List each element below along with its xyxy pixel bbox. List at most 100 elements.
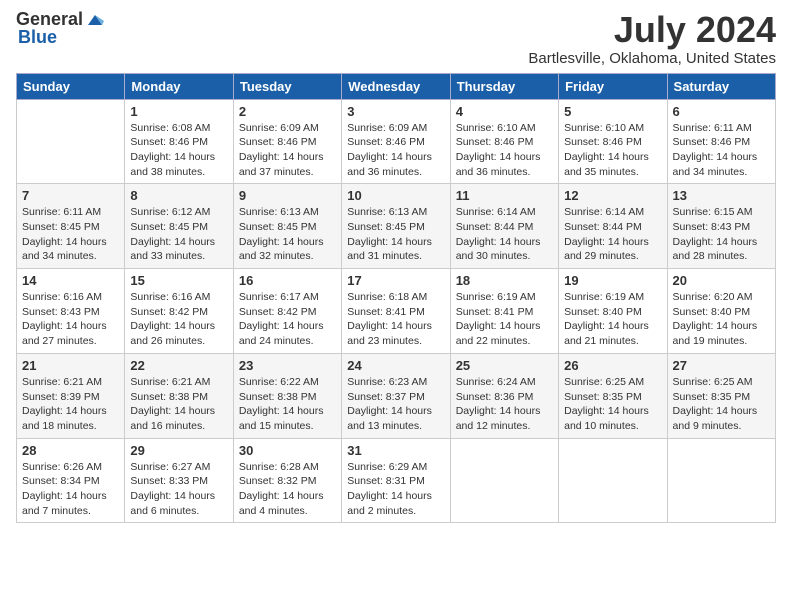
sunset-text: Sunset: 8:44 PM bbox=[564, 221, 642, 233]
calendar-cell: 31Sunrise: 6:29 AMSunset: 8:31 PMDayligh… bbox=[342, 438, 450, 523]
daylight-text: Daylight: 14 hours and 32 minutes. bbox=[239, 236, 324, 263]
cell-day-number: 30 bbox=[239, 443, 336, 458]
daylight-text: Daylight: 14 hours and 6 minutes. bbox=[130, 490, 215, 517]
sunrise-text: Sunrise: 6:25 AM bbox=[673, 376, 753, 388]
sunset-text: Sunset: 8:43 PM bbox=[673, 221, 751, 233]
calendar-cell: 2Sunrise: 6:09 AMSunset: 8:46 PMDaylight… bbox=[233, 99, 341, 184]
calendar-week-row: 1 Sunrise: 6:08 AM Sunset: 8:46 PM Daylight… bbox=[17, 99, 776, 184]
sunset-text: Sunset: 8:46 PM bbox=[564, 136, 642, 148]
daylight-text: Daylight: 14 hours and 28 minutes. bbox=[673, 236, 758, 263]
sunset-text: Sunset: 8:37 PM bbox=[347, 391, 425, 403]
sunrise-text: Sunrise: 6:14 AM bbox=[564, 206, 644, 218]
sunrise-text: Sunrise: 6:29 AM bbox=[347, 461, 427, 473]
calendar-cell: 7Sunrise: 6:11 AMSunset: 8:45 PMDaylight… bbox=[17, 184, 125, 269]
sunrise-text: Sunrise: 6:23 AM bbox=[347, 376, 427, 388]
calendar-cell: 14Sunrise: 6:16 AMSunset: 8:43 PMDayligh… bbox=[17, 269, 125, 354]
daylight-text: Daylight: 14 hours and 36 minutes. bbox=[456, 151, 541, 178]
cell-day-number: 22 bbox=[130, 358, 227, 373]
sunset-text: Sunset: 8:46 PM bbox=[456, 136, 534, 148]
day-header-sunday: Sunday bbox=[17, 73, 125, 99]
calendar-cell: 5Sunrise: 6:10 AMSunset: 8:46 PMDaylight… bbox=[559, 99, 667, 184]
calendar-cell: 15Sunrise: 6:16 AMSunset: 8:42 PMDayligh… bbox=[125, 269, 233, 354]
sunrise-text: Sunrise: 6:22 AM bbox=[239, 376, 319, 388]
calendar-cell: 3Sunrise: 6:09 AMSunset: 8:46 PMDaylight… bbox=[342, 99, 450, 184]
sunrise-text: Sunrise: 6:09 AM bbox=[347, 122, 427, 134]
daylight-text: Daylight: 14 hours and 29 minutes. bbox=[564, 236, 649, 263]
daylight-text: Daylight: 14 hours and 34 minutes. bbox=[673, 151, 758, 178]
cell-info: Sunrise: 6:17 AMSunset: 8:42 PMDaylight:… bbox=[239, 290, 336, 349]
sunset-text: Sunset: 8:31 PM bbox=[347, 475, 425, 487]
calendar-cell: 9Sunrise: 6:13 AMSunset: 8:45 PMDaylight… bbox=[233, 184, 341, 269]
calendar-week-row: 28Sunrise: 6:26 AMSunset: 8:34 PMDayligh… bbox=[17, 438, 776, 523]
sunrise-text: Sunrise: 6:16 AM bbox=[130, 291, 210, 303]
sunrise-text: Sunrise: 6:09 AM bbox=[239, 122, 319, 134]
cell-info: Sunrise: 6:14 AMSunset: 8:44 PMDaylight:… bbox=[456, 205, 553, 264]
sunrise-text: Sunrise: 6:08 AM bbox=[130, 122, 210, 134]
day-header-wednesday: Wednesday bbox=[342, 73, 450, 99]
cell-info: Sunrise: 6:15 AMSunset: 8:43 PMDaylight:… bbox=[673, 205, 770, 264]
cell-day-number: 15 bbox=[130, 273, 227, 288]
calendar-cell: 17Sunrise: 6:18 AMSunset: 8:41 PMDayligh… bbox=[342, 269, 450, 354]
cell-day-number: 5 bbox=[564, 104, 661, 119]
sunrise-text: Sunrise: 6:12 AM bbox=[130, 206, 210, 218]
sunrise-text: Sunrise: 6:14 AM bbox=[456, 206, 536, 218]
cell-day-number: 18 bbox=[456, 273, 553, 288]
cell-info: Sunrise: 6:13 AMSunset: 8:45 PMDaylight:… bbox=[239, 205, 336, 264]
cell-info: Sunrise: 6:10 AMSunset: 8:46 PMDaylight:… bbox=[456, 121, 553, 180]
calendar-cell: 28Sunrise: 6:26 AMSunset: 8:34 PMDayligh… bbox=[17, 438, 125, 523]
daylight-text: Daylight: 14 hours and 36 minutes. bbox=[347, 151, 432, 178]
page-header: General Blue July 2024 Bartlesville, Okl… bbox=[16, 10, 776, 67]
daylight-text: Daylight: 14 hours and 38 minutes. bbox=[130, 151, 215, 178]
sunset-text: Sunset: 8:40 PM bbox=[673, 306, 751, 318]
calendar-week-row: 21Sunrise: 6:21 AMSunset: 8:39 PMDayligh… bbox=[17, 353, 776, 438]
sunset-text: Sunset: 8:45 PM bbox=[130, 221, 208, 233]
daylight-text: Daylight: 14 hours and 9 minutes. bbox=[673, 405, 758, 432]
cell-day-number: 7 bbox=[22, 188, 119, 203]
cell-day-number: 25 bbox=[456, 358, 553, 373]
cell-day-number: 1 bbox=[130, 104, 227, 119]
sunset-text: Sunset: 8:39 PM bbox=[22, 391, 100, 403]
logo: General Blue bbox=[16, 10, 104, 48]
cell-day-number: 29 bbox=[130, 443, 227, 458]
cell-info: Sunrise: 6:26 AMSunset: 8:34 PMDaylight:… bbox=[22, 460, 119, 519]
daylight-text: Daylight: 14 hours and 37 minutes. bbox=[239, 151, 324, 178]
sunrise-text: Sunrise: 6:13 AM bbox=[239, 206, 319, 218]
sunrise-text: Sunrise: 6:27 AM bbox=[130, 461, 210, 473]
cell-info: Sunrise: 6:27 AM Sunset: 8:33 PM Daylight:… bbox=[130, 460, 227, 519]
sunset-text: Sunset: 8:43 PM bbox=[22, 306, 100, 318]
cell-day-number: 20 bbox=[673, 273, 770, 288]
cell-day-number: 19 bbox=[564, 273, 661, 288]
calendar-week-row: 7Sunrise: 6:11 AMSunset: 8:45 PMDaylight… bbox=[17, 184, 776, 269]
calendar-cell: 6Sunrise: 6:11 AMSunset: 8:46 PMDaylight… bbox=[667, 99, 775, 184]
cell-info: Sunrise: 6:13 AMSunset: 8:45 PMDaylight:… bbox=[347, 205, 444, 264]
sunset-text: Sunset: 8:35 PM bbox=[564, 391, 642, 403]
sunrise-text: Sunrise: 6:25 AM bbox=[564, 376, 644, 388]
day-header-thursday: Thursday bbox=[450, 73, 558, 99]
daylight-text: Daylight: 14 hours and 16 minutes. bbox=[130, 405, 215, 432]
sunrise-text: Sunrise: 6:21 AM bbox=[130, 376, 210, 388]
daylight-text: Daylight: 14 hours and 12 minutes. bbox=[456, 405, 541, 432]
sunset-text: Sunset: 8:40 PM bbox=[564, 306, 642, 318]
calendar-cell: 8Sunrise: 6:12 AMSunset: 8:45 PMDaylight… bbox=[125, 184, 233, 269]
calendar-table: SundayMondayTuesdayWednesdayThursdayFrid… bbox=[16, 73, 776, 524]
sunrise-text: Sunrise: 6:26 AM bbox=[22, 461, 102, 473]
calendar-week-row: 14 Sunrise: 6:16 AM Sunset: 8:43 PM Dayligh… bbox=[17, 269, 776, 354]
daylight-text: Daylight: 14 hours and 21 minutes. bbox=[564, 320, 649, 347]
sunset-text: Sunset: 8:36 PM bbox=[456, 391, 534, 403]
calendar-cell: 1Sunrise: 6:08 AMSunset: 8:46 PMDaylight… bbox=[125, 99, 233, 184]
cell-info: Sunrise: 6:22 AMSunset: 8:38 PMDaylight:… bbox=[239, 375, 336, 434]
calendar-cell: 24Sunrise: 6:23 AMSunset: 8:37 PMDayligh… bbox=[342, 353, 450, 438]
cell-day-number: 8 bbox=[130, 188, 227, 203]
cell-info: Sunrise: 6:21 AMSunset: 8:39 PMDaylight:… bbox=[22, 375, 119, 434]
sunset-text: Sunset: 8:33 PM bbox=[130, 475, 208, 487]
sunrise-text: Sunrise: 6:28 AM bbox=[239, 461, 319, 473]
daylight-text: Daylight: 14 hours and 15 minutes. bbox=[239, 405, 324, 432]
title-block: July 2024 Bartlesville, Oklahoma, United… bbox=[528, 10, 776, 67]
calendar-cell: 25Sunrise: 6:24 AMSunset: 8:36 PMDayligh… bbox=[450, 353, 558, 438]
day-header-friday: Friday bbox=[559, 73, 667, 99]
cell-day-number: 14 bbox=[22, 273, 119, 288]
calendar-cell: 22Sunrise: 6:21 AMSunset: 8:38 PMDayligh… bbox=[125, 353, 233, 438]
daylight-text: Daylight: 14 hours and 23 minutes. bbox=[347, 320, 432, 347]
day-header-tuesday: Tuesday bbox=[233, 73, 341, 99]
cell-day-number: 23 bbox=[239, 358, 336, 373]
